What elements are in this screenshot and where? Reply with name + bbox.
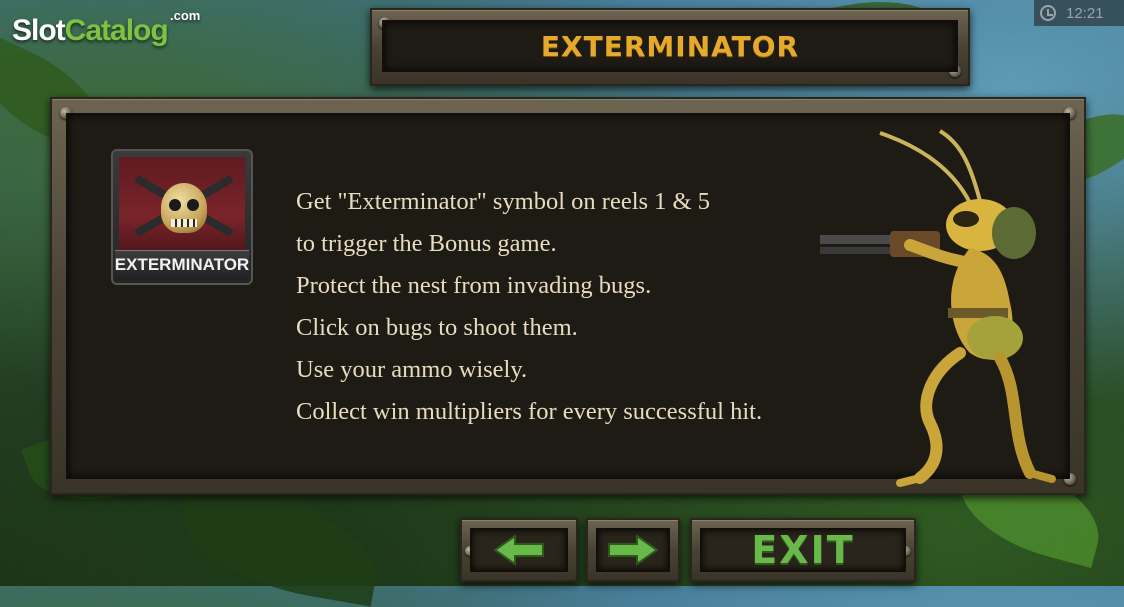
description-line: Use your ammo wisely. <box>296 356 528 383</box>
skull-shape <box>161 183 207 233</box>
info-panel-inner: EXTERMINATOR Get "Exterminator" symbol o… <box>66 113 1070 487</box>
arrow-right-icon[interactable] <box>607 534 659 566</box>
page-title: EXTERMINATOR <box>540 29 800 63</box>
title-plate: EXTERMINATOR <box>370 8 970 86</box>
symbol-label: EXTERMINATOR <box>115 250 249 279</box>
slotcatalog-logo: SlotCatalog .com <box>12 8 200 48</box>
skull-eye <box>169 199 181 211</box>
next-button-face[interactable] <box>596 528 670 572</box>
exterminator-symbol-card: EXTERMINATOR <box>111 149 253 285</box>
info-panel: EXTERMINATOR Get "Exterminator" symbol o… <box>50 97 1086 495</box>
description-line: Click on bugs to shoot them. <box>296 314 578 341</box>
grasshopper-soldier-illustration <box>820 129 1056 487</box>
skull-teeth <box>171 219 197 227</box>
description-line: Protect the nest from invading bugs. <box>296 272 652 299</box>
clock-icon <box>1040 5 1056 21</box>
bonus-description: Get "Exterminator" symbol on reels 1 & 5… <box>296 181 896 433</box>
exit-button[interactable]: EXIT <box>690 518 916 582</box>
skull-crossed-guns-icon <box>119 157 245 257</box>
description-line: Get "Exterminator" symbol on reels 1 & 5 <box>296 188 710 215</box>
title-inner: EXTERMINATOR <box>382 20 958 72</box>
exit-button-face[interactable]: EXIT <box>700 528 906 572</box>
logo-suffix: .com <box>170 8 201 23</box>
previous-page-button[interactable] <box>460 518 578 582</box>
skull-eye <box>187 199 199 211</box>
description-line: to trigger the Bonus game. <box>296 230 557 257</box>
previous-button-face[interactable] <box>470 528 568 572</box>
foliage-leaf <box>173 483 387 607</box>
arrow-left-icon[interactable] <box>493 534 545 566</box>
exit-button-label: EXIT <box>751 528 855 572</box>
next-page-button[interactable] <box>586 518 680 582</box>
logo-part-slot: Slot <box>12 14 66 47</box>
description-line: Collect win multipliers for every succes… <box>296 398 763 425</box>
clock-time: 12:21 <box>1066 4 1104 22</box>
clock-widget: 12:21 <box>1034 0 1124 26</box>
logo-part-catalog: Catalog <box>64 14 169 47</box>
